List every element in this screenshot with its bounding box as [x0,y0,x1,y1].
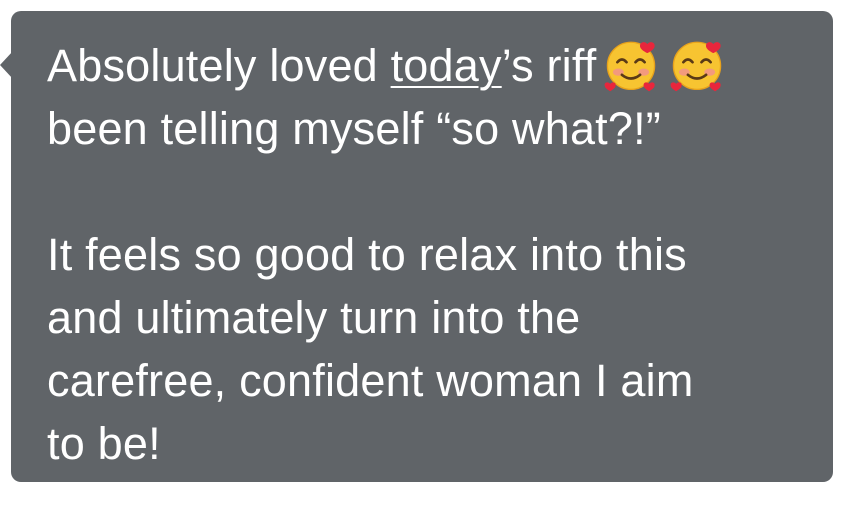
message-line-4: and ultimately turn into the [47,292,581,343]
message-line-6: to be! [47,418,161,469]
message-text: Absolutely loved today’s riff been telli… [47,34,827,475]
message-line-3: It feels so good to relax into this [47,229,687,280]
smiling-face-with-hearts-icon [671,41,722,92]
smiling-face-with-hearts-icon [605,41,656,92]
message-line-1-start: Absolutely loved [47,40,391,91]
chat-stage: Absolutely loved today’s riff been telli… [0,0,863,506]
message-line-1: Absolutely loved today’s riff [47,34,827,97]
message-line-1-end: ’s riff [501,40,597,91]
message-bubble[interactable]: Absolutely loved today’s riff been telli… [11,11,833,482]
message-line-2: been telling myself “so what?!” [47,103,661,154]
today-link[interactable]: today [391,40,502,91]
message-line-5: carefree, confident woman I aim [47,355,694,406]
